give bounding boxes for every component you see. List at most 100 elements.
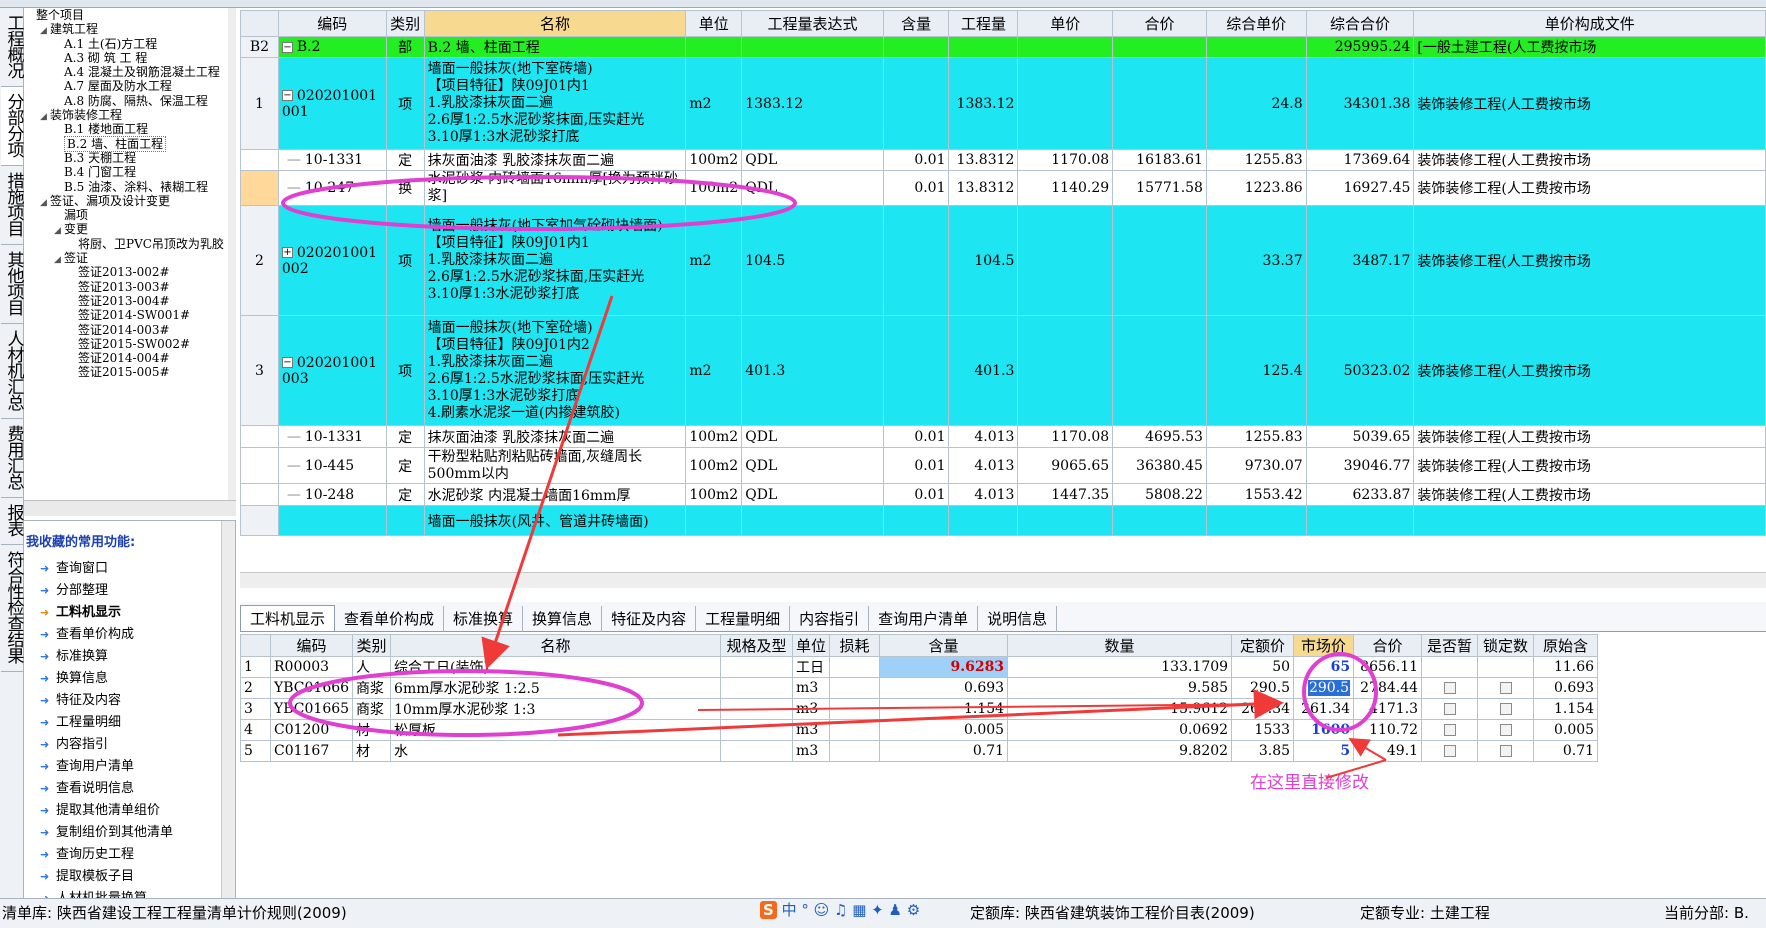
favorite-item[interactable]: ➜ 查看单价构成 bbox=[24, 624, 235, 646]
tree-node[interactable]: A.1 土(石)方工程 bbox=[24, 37, 235, 51]
bill-cell[interactable]: 0.01 bbox=[882, 483, 950, 506]
resource-cell[interactable]: 商浆 bbox=[352, 677, 392, 699]
bill-cell[interactable]: 装饰装修工程(人工费按市场 bbox=[1413, 483, 1766, 506]
bill-cell[interactable]: 2 bbox=[240, 205, 279, 316]
bill-cell[interactable]: 定 bbox=[385, 425, 425, 448]
resource-cell[interactable] bbox=[829, 740, 881, 762]
vtab-2[interactable]: 措施项目 bbox=[0, 166, 24, 245]
resource-cell[interactable]: 65 bbox=[1293, 656, 1355, 678]
vtab-1[interactable]: 分部分项 bbox=[0, 87, 24, 166]
bill-row[interactable]: —10-1331 定抹灰面油漆 乳胶漆抹灰面二遍 100m2 QDL 0.01 13.83… bbox=[240, 149, 1766, 171]
bill-cell[interactable]: B2 bbox=[240, 36, 279, 58]
tree-node[interactable]: 漏项 bbox=[24, 208, 235, 222]
resource-cell[interactable]: 工日 bbox=[792, 656, 831, 678]
detail-tab-7[interactable]: 查询用户清单 bbox=[869, 606, 979, 632]
bill-cell[interactable] bbox=[741, 36, 884, 58]
resource-cell[interactable]: 1.154 bbox=[1533, 698, 1599, 720]
bill-cell[interactable]: 墙面一般抹灰(地下室加气砼砌块墙面) 【项目特征】陕09J01内1 1.乳胶漆抹… bbox=[423, 205, 687, 316]
resource-cell[interactable]: 261.34 bbox=[1293, 698, 1355, 720]
bill-cell[interactable] bbox=[1112, 315, 1207, 426]
resource-cell[interactable] bbox=[829, 656, 881, 678]
resource-cell[interactable] bbox=[720, 740, 794, 762]
resource-cell[interactable]: 人 bbox=[352, 656, 392, 678]
bill-cell[interactable]: 装饰装修工程(人工费按市场 bbox=[1413, 170, 1766, 206]
resource-cell[interactable]: YBC01666 bbox=[269, 677, 354, 699]
tree-node[interactable]: A.3 砌 筑 工 程 bbox=[24, 51, 235, 65]
bill-cell[interactable]: 1223.86 bbox=[1205, 170, 1307, 206]
bill-cell[interactable]: 项 bbox=[385, 315, 425, 426]
bill-cell[interactable] bbox=[1112, 505, 1207, 536]
resource-cell[interactable] bbox=[720, 698, 794, 720]
resource-column-header[interactable] bbox=[240, 634, 271, 657]
bill-cell[interactable]: 4.013 bbox=[948, 447, 1019, 484]
bill-cell[interactable]: 401.3 bbox=[741, 315, 884, 426]
tree-node[interactable]: 签证2013-003# bbox=[24, 280, 235, 294]
bill-cell[interactable]: 1255.83 bbox=[1205, 425, 1307, 448]
bill-cell[interactable] bbox=[240, 170, 279, 206]
vtab-3[interactable]: 其他项目 bbox=[0, 245, 24, 324]
tree-horizontal-scrollbar[interactable] bbox=[24, 500, 236, 516]
resource-cell[interactable] bbox=[1477, 740, 1535, 762]
bill-cell[interactable]: 125.4 bbox=[1205, 315, 1307, 426]
resource-cell[interactable]: 133.1709 bbox=[1007, 656, 1233, 678]
bill-cell[interactable]: 1170.08 bbox=[1017, 149, 1114, 171]
tree-node[interactable]: ◢ 签证、漏项及设计变更 bbox=[24, 194, 235, 208]
bill-cell[interactable] bbox=[882, 505, 950, 536]
resource-cell[interactable]: 综合工日(装饰) bbox=[390, 656, 722, 678]
resource-cell[interactable]: 材 bbox=[352, 719, 392, 741]
column-header[interactable]: 工程量表达式 bbox=[741, 10, 884, 37]
resource-cell[interactable] bbox=[1421, 698, 1479, 720]
tree-node[interactable]: B.3 天棚工程 bbox=[24, 151, 235, 165]
resource-cell[interactable]: 0.71 bbox=[1533, 740, 1599, 762]
bill-cell[interactable] bbox=[1112, 36, 1207, 58]
column-header[interactable]: 名称 bbox=[423, 10, 687, 37]
bill-cell[interactable]: −020201001003 bbox=[277, 315, 387, 426]
resource-row[interactable]: 5 C01167 材 水 m3 0.71 9.8202 3.85 5 49.1 0.71 bbox=[240, 740, 1599, 762]
bill-cell[interactable]: —10-247 bbox=[277, 170, 387, 206]
resource-cell[interactable] bbox=[1421, 656, 1479, 678]
favorite-item[interactable]: ➜ 标准换算 bbox=[24, 646, 235, 668]
bill-cell[interactable]: 墙面一般抹灰(风井、管道井砖墙面) bbox=[423, 505, 687, 536]
favorite-item[interactable]: ➜人材机批量换算 bbox=[24, 888, 235, 898]
tree-node[interactable]: 签证2013-004# bbox=[24, 294, 235, 308]
resource-cell[interactable]: 9.8202 bbox=[1007, 740, 1233, 762]
resource-cell[interactable]: R00003 bbox=[269, 656, 354, 678]
bill-cell[interactable] bbox=[948, 36, 1019, 58]
bill-cell[interactable]: —10-445 bbox=[277, 447, 387, 484]
bill-cell[interactable]: 1553.42 bbox=[1205, 483, 1307, 506]
resource-cell[interactable]: 6mm厚水泥砂浆 1:2.5 bbox=[390, 677, 722, 699]
detail-tab-6[interactable]: 内容指引 bbox=[790, 606, 870, 632]
bill-cell[interactable] bbox=[948, 505, 1019, 536]
bill-row[interactable]: 2 +020201001002 项墙面一般抹灰(地下室加气砼砌块墙面) 【项目特征】… bbox=[240, 205, 1766, 316]
bill-cell[interactable]: QDL bbox=[741, 170, 884, 206]
bill-cell[interactable] bbox=[1017, 205, 1114, 316]
tree-node[interactable]: A.8 防腐、隔热、保温工程 bbox=[24, 94, 235, 108]
tree-node[interactable]: B.4 门窗工程 bbox=[24, 165, 235, 179]
vtab-5[interactable]: 费用汇总 bbox=[0, 419, 24, 498]
bill-cell[interactable]: 装饰装修工程(人工费按市场 bbox=[1413, 447, 1766, 484]
bill-cell[interactable]: 1 bbox=[240, 57, 279, 150]
resource-row[interactable]: 3 YBC01665 商浆 10mm厚水泥砂浆 1:3 m3 1.154 15.9612 26… bbox=[240, 698, 1599, 720]
column-header[interactable]: 含量 bbox=[882, 10, 950, 37]
favorite-item[interactable]: ➜ 查询窗口 bbox=[24, 558, 235, 580]
bill-cell[interactable]: 0.01 bbox=[882, 149, 950, 171]
bill-cell[interactable]: 装饰装修工程(人工费按市场 bbox=[1413, 425, 1766, 448]
resource-cell[interactable]: 50 bbox=[1231, 656, 1295, 678]
project-tree[interactable]: 整个项目 ◢ 建筑工程 A.1 土(石)方工程 A.3 砌 筑 工 程 A.4 混凝土及钢… bbox=[24, 8, 236, 516]
bill-cell[interactable]: 100m2 bbox=[685, 149, 743, 171]
bill-cell[interactable] bbox=[240, 425, 279, 448]
favorite-item[interactable]: ➜ 特征及内容 bbox=[24, 690, 235, 712]
checkbox[interactable] bbox=[1443, 682, 1456, 694]
bill-cell[interactable]: 项 bbox=[385, 205, 425, 316]
favorites-scrollbar[interactable] bbox=[221, 521, 235, 898]
vtab-0[interactable]: 工程概况 bbox=[0, 8, 24, 87]
resource-column-header[interactable]: 单位 bbox=[792, 634, 831, 657]
bill-cell[interactable]: 1383.12 bbox=[741, 57, 884, 150]
resource-grid[interactable]: 编码 类别 名称 规格及型 单位 损耗 含量 数量 定额价 市场价 合价 是否暂 锁定数 原始含 1 R00… bbox=[240, 634, 1600, 762]
resource-cell[interactable]: 9.6283 bbox=[879, 656, 1009, 678]
favorite-item[interactable]: ➜ 工程量明细 bbox=[24, 712, 235, 734]
bill-cell[interactable]: 水泥砂浆 内混凝土墙面16mm厚 bbox=[423, 483, 687, 506]
bill-row[interactable]: B2− B.2 部 B.2 墙、柱面工程 295995.24 [一般土建工程(人工费按市场 bbox=[240, 36, 1766, 58]
bill-row[interactable]: 墙面一般抹灰(风井、管道井砖墙面) bbox=[240, 505, 1766, 536]
resource-cell[interactable]: m3 bbox=[792, 740, 831, 762]
